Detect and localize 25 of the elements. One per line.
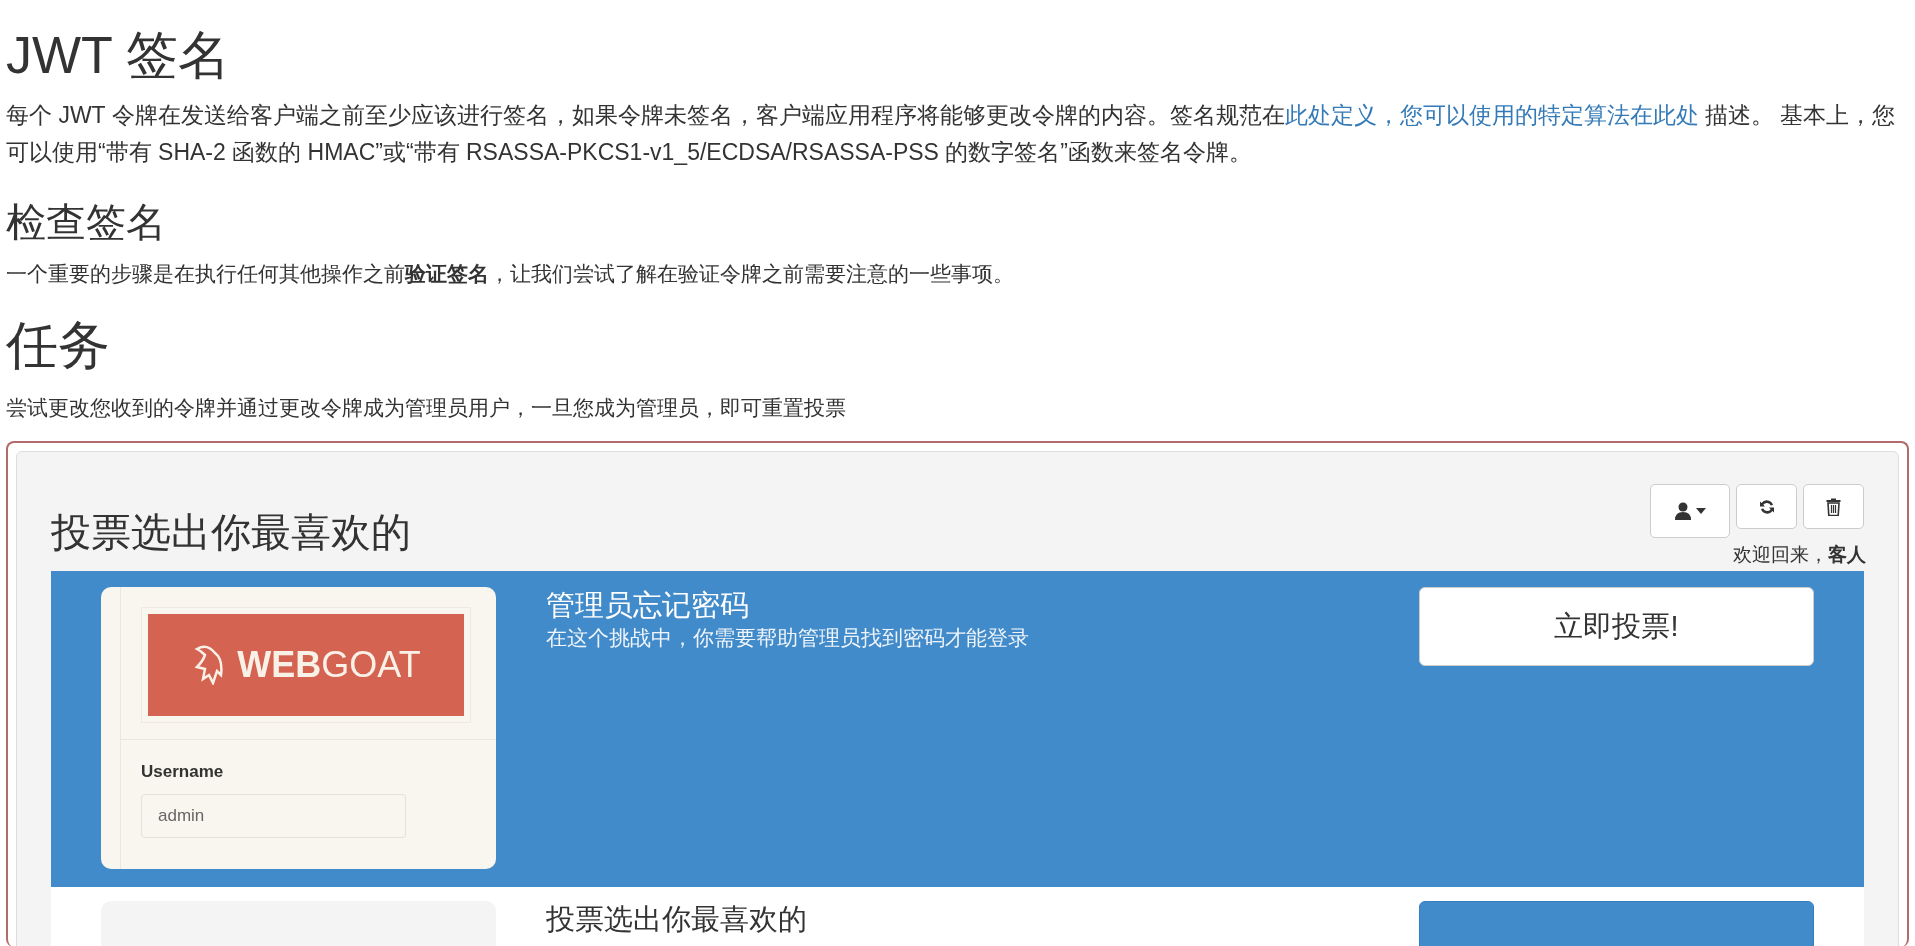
trash-icon [1826,497,1841,516]
vote-title: 投票选出你最喜欢的 [546,902,808,937]
vote-row[interactable]: 投票选出你最喜欢的 [51,887,1864,946]
panel-title: 投票选出你最喜欢的 [51,509,411,556]
vote-button[interactable]: 立即投票! [1419,587,1814,666]
page-title: JWT 签名 [6,25,232,85]
delete-button[interactable] [1803,484,1864,529]
section-heading: 检查签名 [6,199,167,245]
user-icon [1674,502,1692,520]
refresh-button[interactable] [1736,484,1797,529]
logo-text: WEBGOAT [237,645,421,685]
vote-title: 管理员忘记密码 [546,588,750,623]
vote-row[interactable]: WEBGOAT Username admin 管理员忘记密码 在这个挑战中，你需要帮助管理员找到密码才能登录 立即投票! [51,571,1864,887]
section-paragraph: 尝试更改您收到的令牌并通过更改令牌成为管理员用户，一旦您成为管理员，即可重置投票 [6,395,847,421]
refresh-icon [1757,497,1776,516]
field-label: Username [141,762,225,782]
section-heading: 任务 [6,315,111,375]
caret-icon [1696,508,1706,514]
welcome-text: 欢迎回来，客人 [1733,543,1866,567]
spec-link[interactable]: 此处定义，您可以使用的特定算法在此处 [1284,102,1699,128]
user-menu-button[interactable] [1650,484,1730,538]
username-field[interactable]: admin [141,794,406,838]
intro-paragraph: 每个 JWT 令牌在发送给客户端之前至少应该进行签名，如果令牌未签名，客户端应用程序将能够更改令牌的内容。签名规范在此处定义，您可以使用的特定算法在此处 描述。 基本上，您可以使用“带有 SHA-2 函数的 HMAC”或“带有 RSASSA-PKCS1-v1_5/ECDSA/RSASSA-PSS 的数字签名”函数来签名令牌。 [6,101,1897,167]
vote-description: 在这个挑战中，你需要帮助管理员找到密码才能登录 [546,625,1030,651]
section-paragraph: 一个重要的步骤是在执行任何其他操作之前验证签名，让我们尝试了解在验证令牌之前需要注意的一些事项。 [6,261,1015,287]
